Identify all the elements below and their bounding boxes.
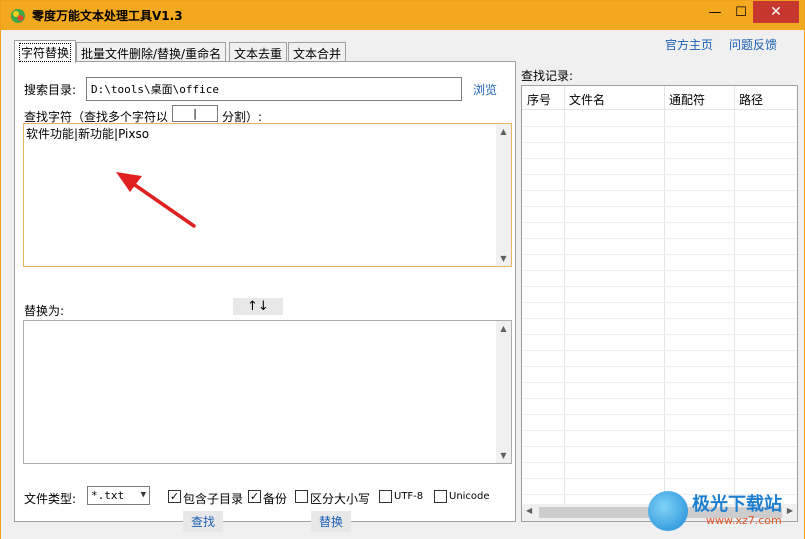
window-title: 零度万能文本处理工具V1.3	[32, 9, 183, 23]
find-scrollbar[interactable]: ▲ ▼	[496, 124, 511, 266]
tab-label: 文本合并	[293, 46, 342, 61]
backup-checkbox[interactable]: ✓	[248, 490, 261, 503]
utf8-label: UTF-8	[394, 491, 424, 502]
include-subdirs-checkbox[interactable]: ✓	[168, 490, 181, 503]
column-header[interactable]: 路径	[739, 91, 763, 108]
browse-button[interactable]: 浏览	[473, 81, 497, 98]
tab-batch-file[interactable]: 批量文件删除/替换/重命名	[76, 42, 227, 63]
tab-label: 文本去重	[234, 46, 283, 61]
row-divider	[522, 254, 797, 255]
row-divider	[522, 270, 797, 271]
row-divider	[522, 414, 797, 415]
row-divider	[522, 206, 797, 207]
close-button[interactable]: ✕	[753, 1, 799, 23]
tab-label: 字符替换	[19, 42, 72, 62]
scroll-down-icon[interactable]: ▼	[496, 448, 511, 463]
title-bar[interactable]: 零度万能文本处理工具V1.3 — ☐ ✕	[1, 1, 804, 30]
row-divider	[522, 238, 797, 239]
replace-scrollbar[interactable]: ▲ ▼	[496, 321, 511, 463]
column-divider	[564, 86, 565, 506]
row-divider	[522, 350, 797, 351]
scroll-down-icon[interactable]: ▼	[496, 251, 511, 266]
replace-label: 替换为:	[24, 304, 65, 318]
swap-button[interactable]: ↑↓	[233, 298, 283, 315]
row-divider	[522, 190, 797, 191]
scroll-left-icon[interactable]: ◀	[526, 506, 532, 515]
include-subdirs-label: 包含子目录	[183, 492, 244, 506]
tab-merge[interactable]: 文本合并	[288, 42, 347, 63]
tab-char-replace[interactable]: 字符替换	[14, 40, 77, 63]
homepage-link[interactable]: 官方主页	[665, 36, 713, 53]
feedback-link[interactable]: 问题反馈	[729, 36, 777, 53]
unicode-checkbox[interactable]	[434, 490, 447, 503]
minimize-button[interactable]: —	[702, 1, 728, 23]
column-divider	[664, 86, 665, 506]
file-type-value: *.txt	[91, 489, 125, 502]
watermark-url: www.xz7.com	[706, 514, 782, 527]
tab-dedupe[interactable]: 文本去重	[229, 42, 288, 63]
search-dir-input[interactable]: D:\tools\桌面\office	[86, 77, 462, 101]
row-divider	[522, 158, 797, 159]
case-sensitive-label: 区分大小写	[310, 492, 371, 506]
find-text: 软件功能|新功能|Pixso	[26, 127, 150, 141]
row-divider	[522, 286, 797, 287]
search-dir-label: 搜索目录:	[24, 83, 77, 97]
unicode-label: Unicode	[449, 491, 490, 502]
row-divider	[522, 302, 797, 303]
chevron-down-icon: ▼	[140, 490, 146, 500]
backup-label: 备份	[263, 492, 288, 506]
column-header[interactable]: 通配符	[669, 91, 705, 108]
row-divider	[522, 398, 797, 399]
column-header[interactable]: 文件名	[569, 91, 605, 108]
maximize-button[interactable]: ☐	[728, 1, 754, 23]
row-divider	[522, 222, 797, 223]
replace-textarea[interactable]: ▲ ▼	[23, 320, 512, 464]
row-divider	[522, 334, 797, 335]
find-textarea[interactable]: 软件功能|新功能|Pixso ▲ ▼	[23, 123, 512, 267]
scroll-up-icon[interactable]: ▲	[496, 124, 511, 139]
utf8-checkbox[interactable]	[379, 490, 392, 503]
client-area: 字符替换 批量文件删除/替换/重命名 文本去重 文本合并 官方主页 问题反馈 搜…	[1, 30, 804, 539]
records-label: 查找记录:	[521, 69, 574, 83]
annotation-arrow-icon	[116, 172, 196, 228]
records-table[interactable]: 序号 文件名 通配符 路径 ◀ ▶	[521, 85, 798, 522]
column-divider	[734, 86, 735, 506]
app-logo-icon	[11, 9, 25, 23]
row-divider	[522, 174, 797, 175]
row-divider	[522, 318, 797, 319]
row-divider	[522, 366, 797, 367]
row-divider	[522, 126, 797, 127]
app-window: 零度万能文本处理工具V1.3 — ☐ ✕ 字符替换 批量文件删除/替换/重命名 …	[0, 0, 805, 539]
separator-input[interactable]: |	[172, 105, 218, 122]
row-divider	[522, 446, 797, 447]
tab-label: 批量文件删除/替换/重命名	[81, 46, 222, 61]
row-divider	[522, 462, 797, 463]
char-replace-panel: 搜索目录: D:\tools\桌面\office 浏览 查找字符（查找多个字符以…	[14, 61, 516, 532]
watermark-title: 极光下载站	[692, 494, 782, 515]
row-divider	[522, 382, 797, 383]
replace-button[interactable]: 替换	[311, 511, 352, 532]
find-button[interactable]: 查找	[183, 511, 224, 532]
column-header[interactable]: 序号	[527, 91, 551, 108]
file-type-select[interactable]: *.txt ▼	[87, 486, 150, 505]
file-type-label: 文件类型:	[24, 492, 77, 506]
watermark: 极光下载站 www.xz7.com	[646, 487, 802, 535]
watermark-logo-icon	[648, 491, 688, 531]
row-divider	[522, 478, 797, 479]
case-sensitive-checkbox[interactable]	[295, 490, 308, 503]
scroll-up-icon[interactable]: ▲	[496, 321, 511, 336]
row-divider	[522, 430, 797, 431]
row-divider	[522, 142, 797, 143]
